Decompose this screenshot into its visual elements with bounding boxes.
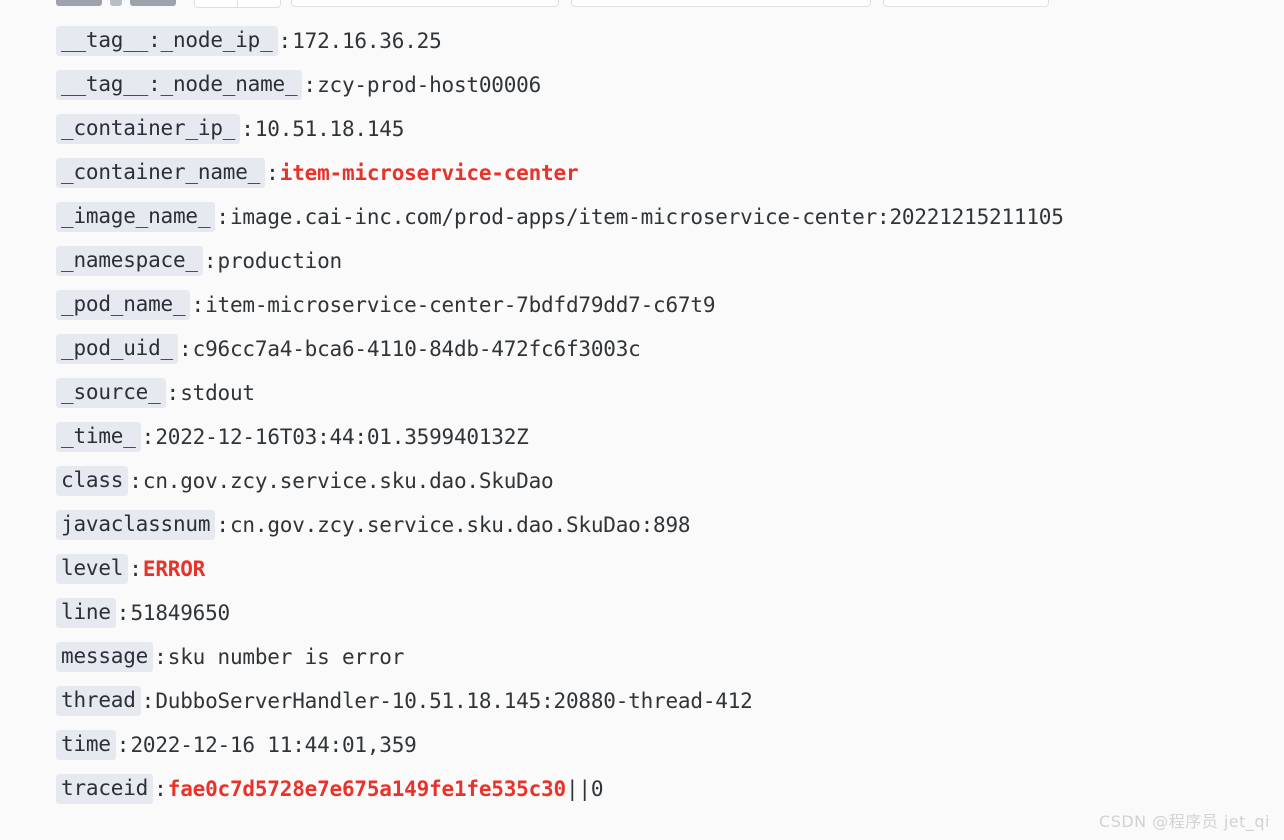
field-key[interactable]: _time_ xyxy=(56,422,141,452)
field-separator: : xyxy=(116,733,130,757)
field-value[interactable]: cn.gov.zcy.service.sku.dao.SkuDao xyxy=(143,470,554,492)
field-value[interactable]: 172.16.36.25 xyxy=(292,30,442,52)
field-key[interactable]: thread xyxy=(56,686,141,716)
field-separator: : xyxy=(179,337,192,361)
field-row: _pod_name_: item-microservice-center-7bdf… xyxy=(0,283,1284,327)
field-key[interactable]: line xyxy=(56,598,116,628)
field-row: _time_:2022-12-16T03:44:01.359940132Z xyxy=(0,415,1284,459)
field-value[interactable]: stdout xyxy=(180,382,255,404)
field-key[interactable]: _pod_name_ xyxy=(56,290,191,320)
field-row: javaclassnum: cn.gov.zcy.service.sku.dao.… xyxy=(0,503,1284,547)
range-field[interactable] xyxy=(883,0,1049,7)
field-value[interactable]: 2022-12-16 11:44:01,359 xyxy=(130,734,416,756)
field-separator: : xyxy=(141,689,155,713)
field-separator: : xyxy=(129,557,142,581)
field-row: line:51849650 xyxy=(0,591,1284,635)
field-row: _source_: stdout xyxy=(0,371,1284,415)
field-value[interactable]: image.cai-inc.com/prod-apps/item-microse… xyxy=(230,206,1064,228)
field-row: message: sku number is error xyxy=(0,635,1284,679)
field-row: _namespace_: production xyxy=(0,239,1284,283)
field-separator: : xyxy=(166,381,180,405)
field-key[interactable]: _container_ip_ xyxy=(56,114,241,144)
field-separator: : xyxy=(129,469,142,493)
field-separator: : xyxy=(141,425,155,449)
field-value[interactable]: production xyxy=(218,250,343,272)
field-separator: : xyxy=(154,645,167,669)
toolbar-strip xyxy=(0,0,1284,9)
field-key[interactable]: __tag__:_node_name_ xyxy=(56,70,303,100)
field-value[interactable]: c96cc7a4-bca6-4110-84db-472fc6f3003c xyxy=(193,338,641,360)
field-key[interactable]: traceid xyxy=(56,774,154,804)
filter-field[interactable] xyxy=(571,0,871,7)
field-separator: : xyxy=(191,293,205,317)
field-value[interactable]: sku number is error xyxy=(168,646,405,668)
field-key[interactable]: _image_name_ xyxy=(56,202,216,232)
download-button[interactable] xyxy=(110,0,122,6)
field-value[interactable]: item-microservice-center xyxy=(280,162,579,184)
field-separator: : xyxy=(278,29,292,53)
field-key[interactable]: time xyxy=(56,730,116,760)
field-key[interactable]: _namespace_ xyxy=(56,246,203,276)
field-value[interactable]: fae0c7d5728e7e675a149fe1fe535c30 xyxy=(168,778,566,800)
field-key[interactable]: level xyxy=(56,554,129,584)
field-key[interactable]: __tag__:_node_ip_ xyxy=(56,26,278,56)
view-mode-segmented-control[interactable] xyxy=(194,0,281,8)
field-separator: : xyxy=(203,249,217,273)
field-row: class: cn.gov.zcy.service.sku.dao.SkuDao xyxy=(0,459,1284,503)
field-value-suffix: ||0 xyxy=(565,777,604,801)
field-row: _container_ip_:10.51.18.145 xyxy=(0,107,1284,151)
field-separator: : xyxy=(216,513,229,537)
copy-button[interactable] xyxy=(56,0,102,6)
field-value[interactable]: cn.gov.zcy.service.sku.dao.SkuDao:898 xyxy=(230,514,691,536)
field-row: level: ERROR xyxy=(0,547,1284,591)
search-field[interactable] xyxy=(291,0,559,7)
seg-right[interactable] xyxy=(238,0,281,8)
toolbar xyxy=(0,0,1284,9)
field-key[interactable]: javaclassnum xyxy=(56,510,216,540)
csdn-watermark: CSDN @程序员 jet_qi xyxy=(1099,812,1270,831)
field-row: _image_name_: image.cai-inc.com/prod-apps… xyxy=(0,195,1284,239)
field-value[interactable]: 51849650 xyxy=(130,602,230,624)
field-value[interactable]: ERROR xyxy=(143,558,205,580)
field-row: _container_name_: item-microservice-cente… xyxy=(0,151,1284,195)
field-row: traceid: fae0c7d5728e7e675a149fe1fe535c30… xyxy=(0,767,1284,811)
field-key[interactable]: _pod_uid_ xyxy=(56,334,178,364)
seg-left[interactable] xyxy=(194,0,238,8)
field-value[interactable]: zcy-prod-host00006 xyxy=(317,74,541,96)
field-value[interactable]: item-microservice-center-7bdfd79dd7-c67t… xyxy=(205,294,715,316)
field-key[interactable]: message xyxy=(56,642,154,672)
field-separator: : xyxy=(303,73,317,97)
field-row: __tag__:_node_ip_:172.16.36.25 xyxy=(0,19,1284,63)
field-value[interactable]: 10.51.18.145 xyxy=(255,118,405,140)
field-row: __tag__:_node_name_: zcy-prod-host00006 xyxy=(0,63,1284,107)
field-separator: : xyxy=(116,601,130,625)
field-separator: : xyxy=(241,117,254,141)
field-row: _pod_uid_: c96cc7a4-bca6-4110-84db-472fc6… xyxy=(0,327,1284,371)
field-row: time:2022-12-16 11:44:01,359 xyxy=(0,723,1284,767)
field-separator: : xyxy=(216,205,229,229)
field-row: thread: DubboServerHandler-10.51.18.145:2… xyxy=(0,679,1284,723)
field-value[interactable]: 2022-12-16T03:44:01.359940132Z xyxy=(155,426,528,448)
more-button[interactable] xyxy=(130,0,176,6)
field-key[interactable]: _container_name_ xyxy=(56,158,266,188)
field-value[interactable]: DubboServerHandler-10.51.18.145:20880-th… xyxy=(155,690,752,712)
field-separator: : xyxy=(266,161,279,185)
field-separator: : xyxy=(154,777,167,801)
field-key[interactable]: class xyxy=(56,466,129,496)
log-detail-field-list: __tag__:_node_ip_:172.16.36.25 __tag__:_n… xyxy=(0,9,1284,811)
field-key[interactable]: _source_ xyxy=(56,378,166,408)
